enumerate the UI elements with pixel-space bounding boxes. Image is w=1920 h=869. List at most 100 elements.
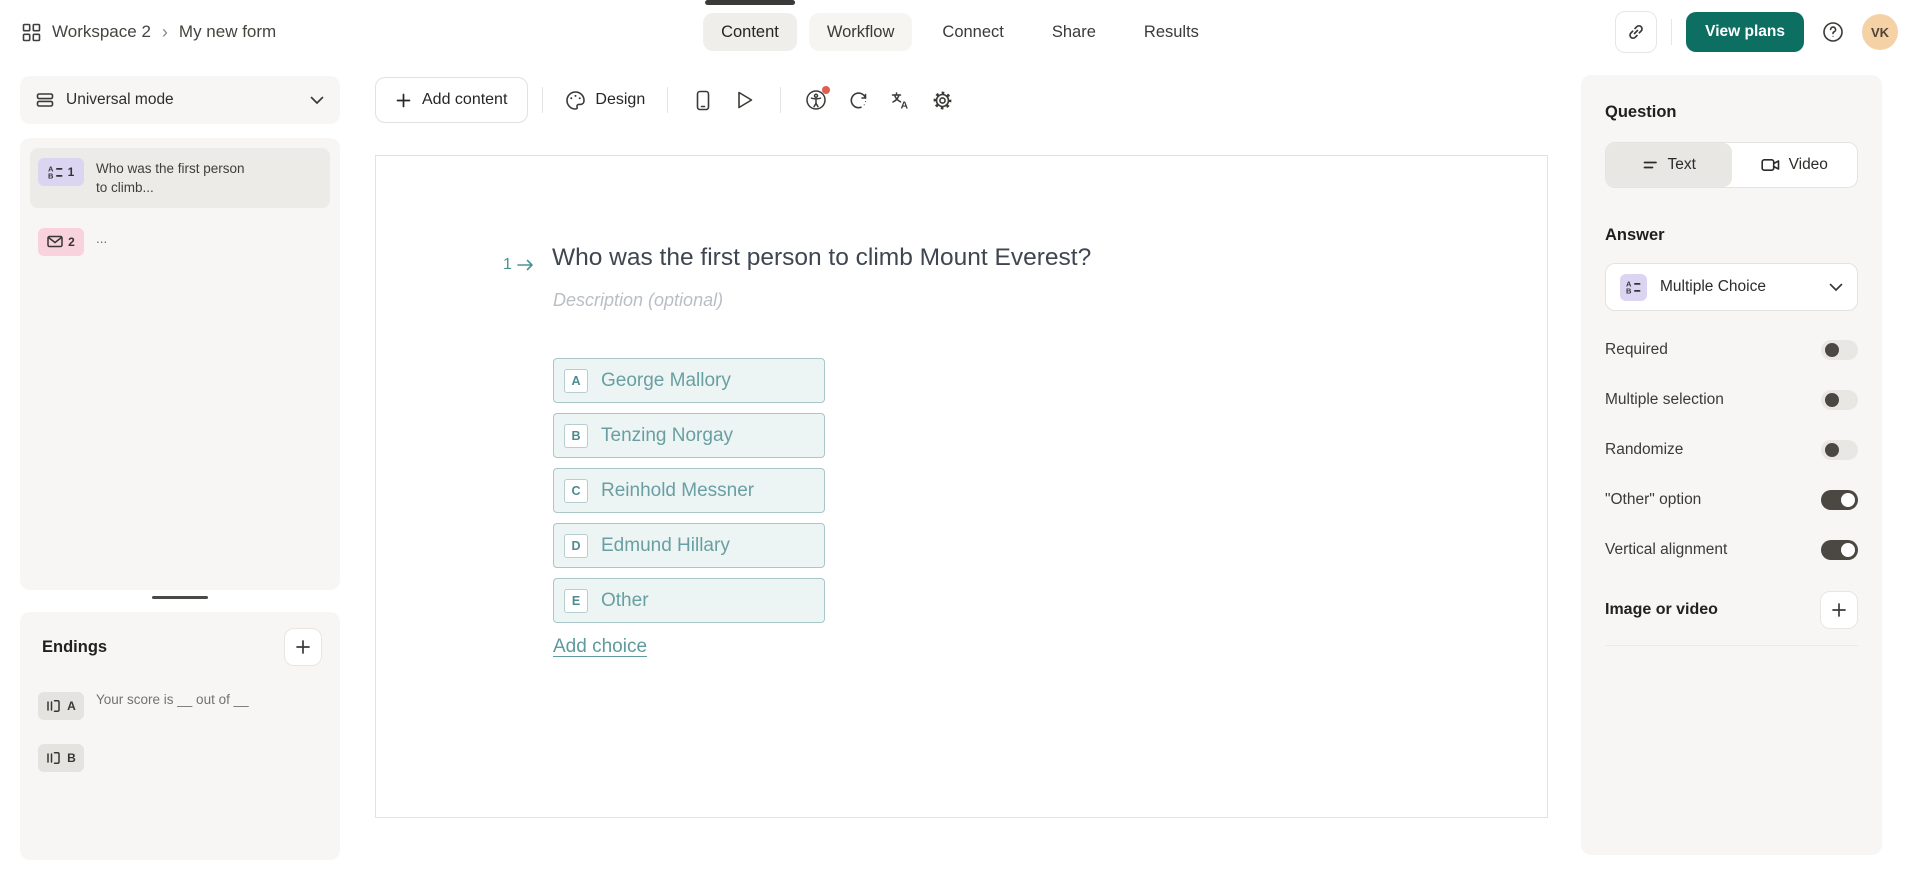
answer-type-dropdown[interactable]: A B Multiple Choice (1605, 263, 1858, 311)
segment-text[interactable]: Text (1606, 143, 1732, 187)
answer-type-value: Multiple Choice (1660, 278, 1766, 295)
translate-icon: A (890, 90, 911, 111)
choice-option-a[interactable]: A George Mallory (553, 358, 825, 403)
choice-option-e[interactable]: E Other (553, 578, 825, 623)
main-nav-tabs: Content Workflow Connect Share Results (703, 0, 1217, 64)
question-badge: A B 1 (38, 158, 84, 186)
tab-connect[interactable]: Connect (924, 13, 1021, 51)
setting-other-option: "Other" option (1605, 475, 1858, 525)
randomize-toggle[interactable] (1821, 440, 1858, 460)
mobile-preview-button[interactable] (682, 79, 724, 121)
settings-button[interactable] (921, 79, 963, 121)
other-option-toggle[interactable] (1821, 490, 1858, 510)
multiple-selection-toggle[interactable] (1821, 390, 1858, 410)
tab-results[interactable]: Results (1126, 13, 1217, 51)
design-button[interactable]: Design (557, 79, 653, 121)
breadcrumb-workspace[interactable]: Workspace 2 (52, 22, 151, 42)
toggle-knob (1825, 443, 1839, 457)
choice-label: Reinhold Messner (601, 479, 755, 501)
translate-button[interactable]: A (879, 79, 921, 121)
toggle-knob (1825, 343, 1839, 357)
vertical-alignment-toggle[interactable] (1821, 540, 1858, 560)
segment-video[interactable]: Video (1732, 143, 1858, 187)
help-button[interactable] (1818, 17, 1848, 47)
play-icon (736, 90, 754, 110)
tab-share[interactable]: Share (1034, 13, 1114, 51)
ending-letter: B (67, 751, 76, 765)
question-item-label: ... (96, 230, 108, 246)
arrow-right-icon (517, 259, 534, 271)
add-image-button[interactable] (1820, 591, 1858, 629)
text-lines-icon (1642, 160, 1659, 170)
question-type-segmented-control: Text Video (1605, 142, 1858, 188)
choice-label: George Mallory (601, 369, 731, 391)
phone-icon (696, 90, 710, 111)
image-section-title: Image or video (1605, 601, 1718, 618)
mode-selector[interactable]: Universal mode (20, 76, 340, 124)
form-canvas: 1 Who was the first person to climb Moun… (375, 155, 1548, 818)
setting-label: Vertical alignment (1605, 541, 1728, 558)
tab-label: Results (1143, 22, 1199, 41)
panel-resize-handle[interactable] (20, 590, 340, 604)
tab-workflow[interactable]: Workflow (808, 13, 913, 51)
question-number: 2 (68, 234, 75, 249)
toggle-knob (1841, 543, 1855, 557)
svg-text:A: A (900, 99, 908, 111)
choice-option-b[interactable]: B Tenzing Norgay (553, 413, 825, 458)
question-title[interactable]: Who was the first person to climb Mount … (552, 244, 1091, 272)
add-choice-link[interactable]: Add choice (553, 636, 647, 658)
add-content-button[interactable]: Add content (375, 77, 529, 123)
question-badge: 2 (38, 227, 84, 256)
chevron-down-icon (1829, 283, 1843, 292)
endings-title: Endings (42, 637, 108, 656)
required-toggle[interactable] (1821, 340, 1858, 360)
email-icon (47, 235, 63, 248)
question-item-1[interactable]: A B 1 Who was the first person to climb.… (30, 148, 330, 208)
setting-vertical-alignment: Vertical alignment (1605, 525, 1858, 575)
question-description-placeholder[interactable]: Description (optional) (553, 290, 723, 311)
ending-badge: A (38, 692, 84, 720)
plus-icon (295, 639, 311, 655)
question-number: 1 (67, 165, 75, 179)
endings-section: Endings A Your score is __ out of __ B (20, 612, 340, 860)
question-item-2[interactable]: 2 ... (30, 218, 330, 266)
header-divider (1671, 19, 1673, 45)
notification-dot (822, 86, 831, 94)
view-plans-button[interactable]: View plans (1686, 12, 1804, 52)
recall-icon (848, 90, 869, 111)
breadcrumb-form-name[interactable]: My new form (179, 22, 276, 42)
question-item-label: Who was the first person to climb... (96, 161, 245, 195)
sidebar: Universal mode A B 1 Who was the first p… (20, 76, 340, 860)
mode-selector-label: Universal mode (66, 91, 174, 108)
accessibility-button[interactable] (795, 79, 837, 121)
ending-item-a[interactable]: A Your score is __ out of __ (34, 692, 326, 720)
toggle-knob (1825, 393, 1839, 407)
add-ending-button[interactable] (284, 628, 322, 666)
chevron-down-icon (310, 96, 324, 105)
endings-header: Endings (34, 628, 326, 666)
tab-label: Connect (942, 22, 1004, 41)
ending-item-b[interactable]: B (34, 744, 326, 772)
settings-list: Required Multiple selection Randomize "O… (1605, 325, 1858, 575)
active-tab-indicator (705, 0, 795, 5)
tab-content[interactable]: Content (703, 0, 797, 51)
choice-option-d[interactable]: D Edmund Hillary (553, 523, 825, 568)
panel-divider (1605, 645, 1858, 646)
svg-text:B: B (1626, 287, 1632, 295)
gear-icon (932, 90, 953, 111)
breadcrumb-separator: › (161, 21, 168, 42)
tab-label: Content (721, 22, 779, 41)
setting-required: Required (1605, 325, 1858, 375)
top-bar: Workspace 2 › My new form Content Workfl… (0, 0, 1920, 64)
segment-label: Video (1788, 156, 1828, 173)
avatar[interactable]: VK (1862, 14, 1898, 50)
choices-list: A George Mallory B Tenzing Norgay C Rein… (553, 358, 825, 623)
setting-label: "Other" option (1605, 491, 1702, 508)
choice-key: C (564, 478, 588, 503)
ending-label: Your score is __ out of __ (96, 692, 249, 707)
preview-play-button[interactable] (724, 79, 766, 121)
copy-link-button[interactable] (1615, 11, 1658, 53)
help-icon (1821, 20, 1845, 44)
choice-option-c[interactable]: C Reinhold Messner (553, 468, 825, 513)
recall-information-button[interactable] (837, 79, 879, 121)
